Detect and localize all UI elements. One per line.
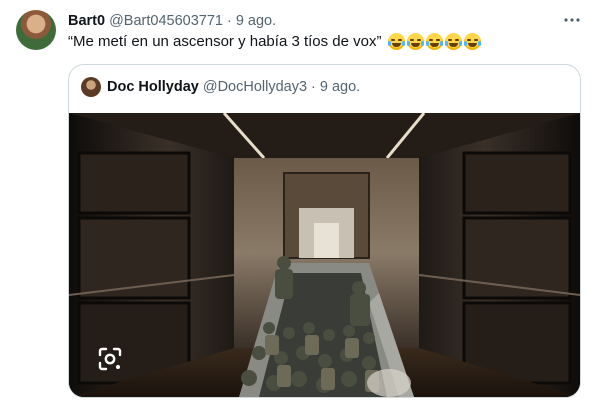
more-options-button[interactable] [562, 10, 582, 30]
author-avatar[interactable] [16, 10, 56, 50]
quoted-author-name[interactable]: Doc Hollyday [107, 79, 199, 95]
quoted-author-avatar[interactable] [81, 77, 101, 97]
tweet-text-row: “Me metí en un ascensor y había 3 tíos d… [68, 33, 481, 50]
author-name[interactable]: Bart0 [68, 13, 105, 29]
tweet-header: Bart0 @Bart045603771 · 9 ago. [68, 11, 276, 31]
more-horizontal-icon [564, 18, 580, 22]
separator-dot: · [226, 13, 232, 29]
google-lens-button[interactable] [96, 345, 124, 373]
quoted-tweet-header: Doc Hollyday @DocHollyday3 · 9 ago. [81, 77, 360, 97]
google-lens-icon [98, 347, 122, 371]
laughing-crying-emoji-icon [387, 33, 405, 50]
tweet-card[interactable]: Bart0 @Bart045603771 · 9 ago. “Me metí e… [0, 0, 593, 410]
separator-dot: · [311, 79, 316, 95]
laughing-crying-emoji-icon [444, 33, 462, 50]
quoted-tweet[interactable]: Doc Hollyday @DocHollyday3 · 9 ago. [68, 64, 581, 398]
laughing-crying-emoji-icon [425, 33, 443, 50]
quoted-author-handle[interactable]: @DocHollyday3 [203, 79, 307, 95]
laughing-crying-emoji-icon [463, 33, 481, 50]
tweet-timestamp[interactable]: 9 ago. [236, 13, 276, 29]
tweet-text: “Me metí en un ascensor y había 3 tíos d… [68, 33, 382, 50]
quoted-tweet-timestamp[interactable]: 9 ago. [320, 79, 360, 95]
author-handle[interactable]: @Bart045603771 [109, 13, 223, 29]
quoted-tweet-image[interactable] [69, 113, 580, 397]
elevator-soldiers-image [69, 113, 580, 397]
laughing-crying-emoji-icon [406, 33, 424, 50]
emoji-group [387, 33, 481, 50]
